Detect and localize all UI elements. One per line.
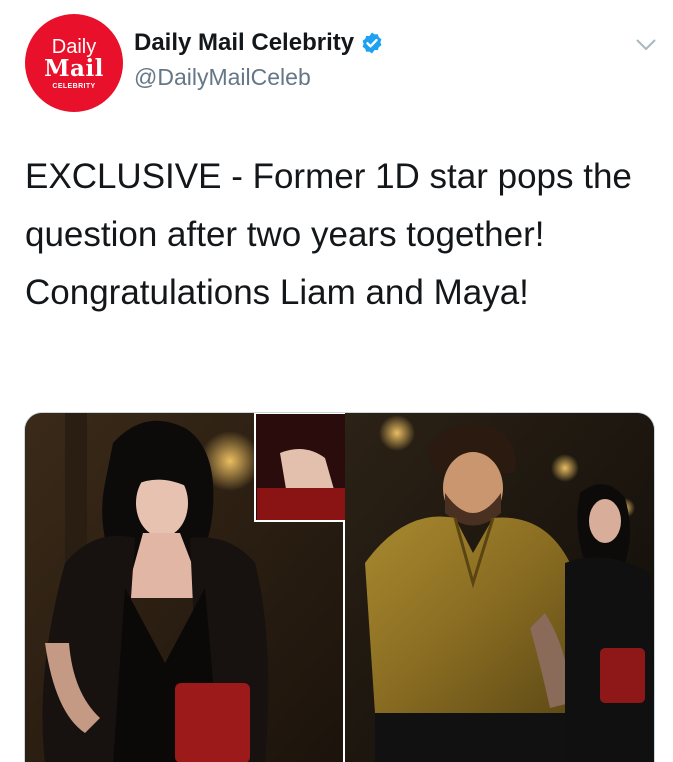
chevron-down-icon bbox=[636, 39, 656, 50]
tweet-media[interactable] bbox=[24, 412, 655, 762]
verified-badge-icon bbox=[362, 32, 382, 54]
tweet-menu-button[interactable] bbox=[632, 34, 660, 56]
display-name[interactable]: Daily Mail Celebrity bbox=[134, 29, 354, 57]
tweet-text: EXCLUSIVE - Former 1D star pops the ques… bbox=[25, 157, 632, 312]
avatar[interactable]: Daily Mail CELEBRITY bbox=[25, 14, 123, 112]
account-handle[interactable]: @DailyMailCeleb bbox=[134, 64, 311, 91]
tweet: Daily Mail CELEBRITY Daily Mail Celebrit… bbox=[0, 0, 673, 762]
avatar-celebrity-text: CELEBRITY bbox=[52, 83, 96, 90]
account-name-row[interactable]: Daily Mail Celebrity bbox=[134, 29, 384, 57]
media-photo bbox=[25, 413, 654, 762]
avatar-mail-text: Mail bbox=[44, 55, 104, 82]
